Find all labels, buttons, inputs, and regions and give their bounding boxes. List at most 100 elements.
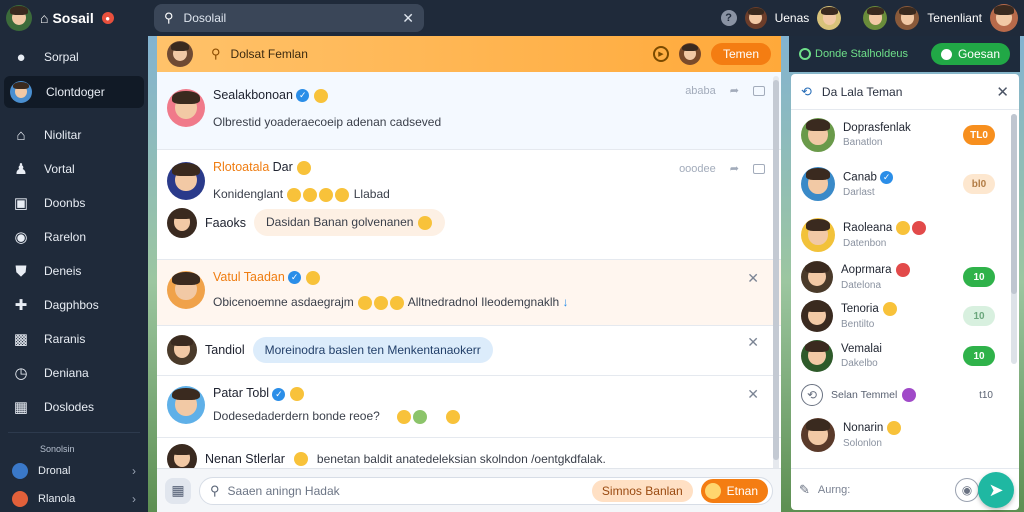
post-avatar[interactable] [167,161,205,200]
sidebar-item-raranis[interactable]: ▩ Raranis [0,322,148,356]
friend-avatar[interactable] [895,6,920,30]
friend-badge[interactable]: 10 [963,346,995,366]
friend-avatar[interactable] [744,7,767,29]
friend-row[interactable]: Tenoria Bentilto 10 [791,296,1019,336]
sidebar-sub-item-dronal[interactable]: Dronal › [0,457,148,485]
verified-icon: ✓ [288,271,302,285]
friend-badge[interactable]: t10 [979,390,993,401]
account-name[interactable]: Tenenliant [927,11,982,25]
send-button[interactable]: Etnan [700,478,768,503]
friend-avatar[interactable] [817,6,842,30]
friend-avatar[interactable] [863,6,888,30]
account-avatar[interactable] [990,4,1018,32]
friend-row[interactable]: Nonarin Solonlon [791,414,1019,456]
sidebar-item-deneis[interactable]: ⛊ Deneis [0,254,148,288]
refresh-icon[interactable]: ⟲ [801,84,812,100]
go-button[interactable]: Goesan [930,43,1010,65]
post-author[interactable]: Nenan Stlerlar [205,452,285,466]
friend-badge[interactable]: bl0 [963,174,995,194]
feed-scrollbar[interactable] [773,76,779,504]
friend-row[interactable]: Canab ✓ Darlast bl0 [791,156,1019,212]
help-icon[interactable]: ? [720,10,737,26]
friend-avatar[interactable] [801,118,835,152]
username-label[interactable]: Uenas [775,11,810,25]
play-icon[interactable]: ▶ [652,46,669,62]
status-link[interactable]: Donde Stalholdeus [799,48,908,60]
top-right-area: ? Uenas Tenenliant [720,0,1018,36]
sidebar-item-label: Sorpal [44,50,79,64]
share-icon[interactable]: ➦ [730,162,739,175]
friend-button[interactable]: Temen [710,43,771,65]
sidebar-item-doslodes[interactable]: ▦ Doslodes [0,390,148,424]
friends-search-input[interactable]: Aurng: [818,484,947,496]
friend-name: Aoprmara [841,263,955,277]
post-avatar[interactable] [167,89,205,128]
close-icon[interactable]: ✕ [747,386,759,403]
friend-row[interactable]: Vemalai Dakelbo 10 [791,336,1019,376]
notification-badge[interactable]: ● [101,12,114,24]
sidebar-item-rarelon[interactable]: ◉ Rarelon [0,220,148,254]
post-author[interactable]: Tandiol [205,343,245,357]
friend-avatar[interactable] [801,300,833,332]
feed-owner-avatar[interactable] [167,41,193,67]
brand-logo[interactable]: ⌂ Sosail ● [40,10,114,26]
friend-avatar[interactable] [801,340,833,372]
scrollbar-thumb[interactable] [1011,114,1017,294]
friend-avatar[interactable] [678,43,701,65]
post-text: Konidenglant [213,186,284,201]
clear-search-icon[interactable]: ✕ [402,10,414,27]
close-icon[interactable]: ✕ [996,83,1009,101]
tag-friends-button[interactable]: Simnos Banlan [591,479,693,502]
friend-badge[interactable]: TL0 [963,125,995,145]
post-avatar[interactable] [167,270,205,309]
friend-row[interactable]: Doprasfenlak Banatlon TL0 [791,114,1019,156]
sidebar-item-vortal[interactable]: ♟ Vortal [0,152,148,186]
refresh-icon[interactable]: ⟲ [801,384,823,406]
search-icon[interactable]: ⚲ [211,46,221,62]
composer-input-box[interactable]: ⚲ Saaen aningn Hadak Simnos Banlan Etnan [199,476,773,505]
post-author[interactable]: Patar Tobl [213,386,269,400]
friend-row[interactable]: Aoprmara Datelona 10 [791,258,1019,296]
global-search[interactable]: ⚲ Dosolail ✕ [154,4,424,32]
sidebar-item-clontdoger[interactable]: Clontdoger [4,76,144,108]
add-user-icon: ✚ [14,297,28,314]
post-author[interactable]: Vatul Taadan [213,270,285,284]
friend-avatar[interactable] [801,261,833,293]
friend-row[interactable]: ⟲ Selan Temmel t10 [791,376,1019,414]
post-bubble: Moreinodra baslen ten Menkentanaokerr [252,337,493,363]
close-icon[interactable]: ✕ [747,270,759,287]
composer-input[interactable]: Saaen aningn Hadak [228,484,584,498]
friends-scrollbar[interactable] [1011,114,1017,364]
post-avatar[interactable] [167,335,197,365]
share-icon[interactable]: ➦ [730,84,739,97]
friend-badge[interactable]: 10 [963,306,995,326]
sidebar-item-deniana[interactable]: ◷ Deniana [0,356,148,390]
comment-avatar[interactable] [167,207,197,238]
friend-avatar[interactable] [801,418,835,452]
scrollbar-thumb[interactable] [773,80,779,460]
bookmark-icon[interactable] [753,163,765,174]
location-icon[interactable]: ◉ [955,477,979,502]
apps-grid-icon[interactable]: ▦ [165,477,191,504]
post-author[interactable]: Rlotoatala [213,160,269,174]
bookmark-icon[interactable] [753,85,765,96]
sidebar-item-sorpal[interactable]: ● Sorpal [0,40,148,74]
user-avatar[interactable] [6,5,32,31]
sidebar-item-dagphbos[interactable]: ✚ Dagphbos [0,288,148,322]
sidebar-sub-item-rlanola[interactable]: Rlanola › [0,485,148,512]
post-author[interactable]: Sealakbonoan [213,88,293,102]
sidebar-item-niolitar[interactable]: ⌂ Niolitar [0,118,148,152]
friend-row[interactable]: Raoleana Datenbon [791,212,1019,258]
compose-fab-button[interactable]: ➤ [978,472,1014,508]
friend-avatar[interactable] [801,218,835,252]
sidebar-item-label: Deneis [44,264,82,278]
search-input[interactable]: Dosolail [184,11,393,25]
friend-avatar[interactable] [801,167,835,201]
sidebar-item-doonbs[interactable]: ▣ Doonbs [0,186,148,220]
close-icon[interactable]: ✕ [747,334,759,351]
post-avatar[interactable] [167,386,205,424]
comment-author[interactable]: Faaoks [205,216,246,230]
friend-badge[interactable]: 10 [963,267,995,287]
pen-icon[interactable]: ✎ [799,482,810,498]
composer-bar: ▦ ⚲ Saaen aningn Hadak Simnos Banlan Etn… [157,468,781,512]
